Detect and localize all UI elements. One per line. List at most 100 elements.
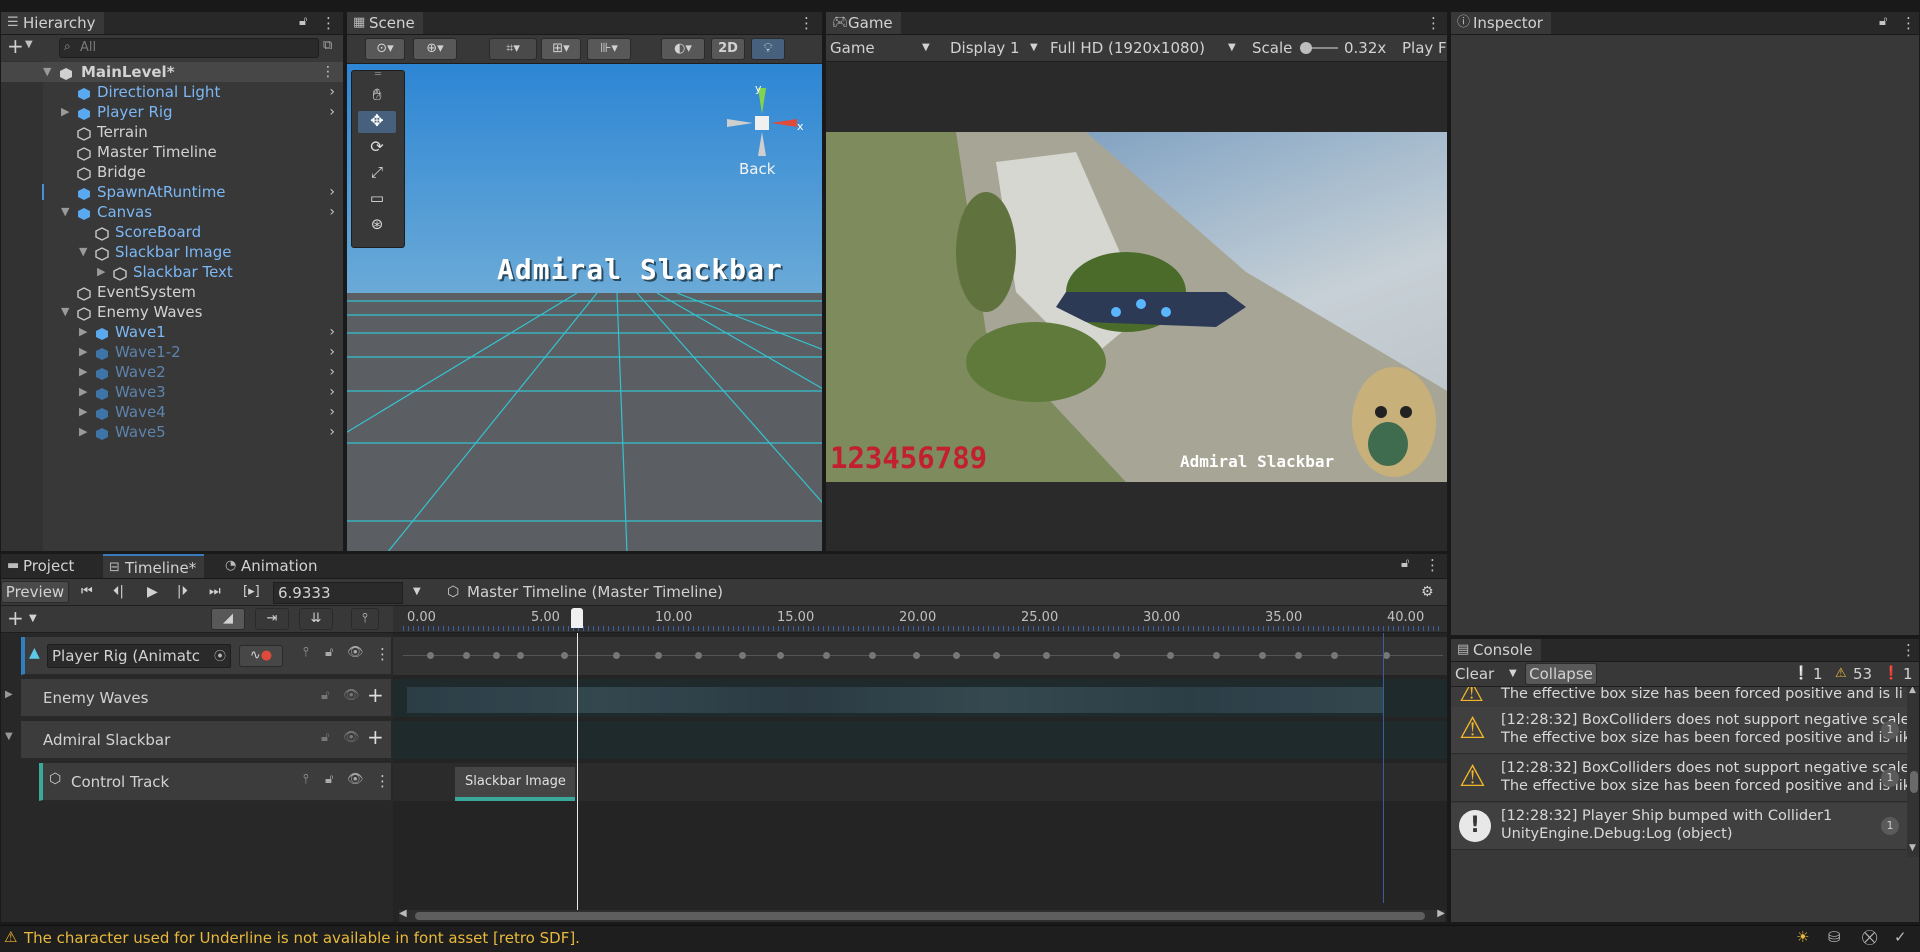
add-icon[interactable]: +: [367, 725, 384, 749]
hierarchy-item-wave5[interactable]: ▶ Wave5 ›: [1, 422, 343, 442]
hierarchy-item-spawnatruntime[interactable]: SpawnAtRuntime ›: [1, 182, 343, 202]
add-icon[interactable]: +: [367, 683, 384, 707]
kebab-menu-icon[interactable]: ⋮: [375, 645, 390, 663]
hierarchy-item-bridge[interactable]: Bridge: [1, 162, 343, 182]
keyframe-marker[interactable]: [561, 652, 568, 659]
chevron-down-icon[interactable]: ▼: [1509, 662, 1517, 686]
tab-timeline[interactable]: ⊟ Timeline*: [103, 554, 205, 578]
expand-arrow-icon[interactable]: ▼: [43, 62, 51, 82]
chevron-right-icon[interactable]: ›: [329, 382, 335, 402]
scale-slider[interactable]: [1300, 42, 1338, 54]
preview-button[interactable]: Preview: [1, 581, 69, 603]
keyframe-marker[interactable]: [655, 652, 662, 659]
play-focused-dropdown[interactable]: Play F: [1402, 36, 1447, 60]
expand-arrow-icon[interactable]: ▶: [79, 322, 87, 342]
palette-handle[interactable]: ═: [362, 70, 394, 80]
keyframe-marker[interactable]: [1167, 652, 1174, 659]
lighting-toggle-button[interactable]: 💡︎: [751, 38, 785, 60]
game-render-view[interactable]: 123456789 Admiral Slackbar: [826, 132, 1447, 482]
lock-icon[interactable]: 🔓︎: [1879, 14, 1887, 29]
keyframe-marker[interactable]: [1259, 652, 1266, 659]
keyframe-marker[interactable]: [913, 652, 920, 659]
lock-icon[interactable]: 🔓︎: [1401, 556, 1409, 571]
shading-mode-button[interactable]: ◐▾: [661, 38, 705, 60]
chevron-right-icon[interactable]: ›: [329, 362, 335, 382]
scrollbar-thumb[interactable]: [415, 912, 1425, 920]
kebab-menu-icon[interactable]: ⋮: [1901, 641, 1916, 659]
mode-2d-button[interactable]: 2D: [711, 38, 745, 60]
keyframe-marker[interactable]: [613, 652, 620, 659]
expand-arrow-icon[interactable]: ▶: [79, 422, 87, 442]
keyframe-marker[interactable]: [427, 652, 434, 659]
timeline-scrollbar[interactable]: ◀ ▶: [399, 908, 1445, 922]
kebab-menu-icon[interactable]: ⋮: [1426, 14, 1441, 32]
settings-gear-icon[interactable]: ⚙: [1421, 580, 1434, 604]
keyframe-marker[interactable]: [993, 652, 1000, 659]
expand-arrow-icon[interactable]: ▶: [79, 362, 87, 382]
keyframe-marker[interactable]: [953, 652, 960, 659]
time-ruler[interactable]: 0.00 5.00 10.00 15.00 20.00 25.00 30.00 …: [393, 606, 1447, 633]
error-count-icon[interactable]: ❗: [1883, 662, 1899, 686]
chevron-down-icon[interactable]: ▼: [413, 580, 421, 604]
chevron-right-icon[interactable]: ›: [329, 82, 335, 102]
display-dropdown[interactable]: Display 1: [950, 36, 1020, 60]
hierarchy-item-wave1-2[interactable]: ▶ Wave1-2 ›: [1, 342, 343, 362]
chevron-right-icon[interactable]: ›: [329, 402, 335, 422]
info-count-icon[interactable]: ❕: [1793, 662, 1809, 686]
expand-arrow-icon[interactable]: ▼: [5, 731, 13, 742]
kebab-menu-icon[interactable]: ⋮: [799, 14, 814, 32]
hand-tool-icon[interactable]: ✋︎: [358, 85, 396, 107]
console-entry[interactable]: ⚠ [12:28:32] BoxColliders does not suppo…: [1451, 755, 1911, 802]
hierarchy-item-wave3[interactable]: ▶ Wave3 ›: [1, 382, 343, 402]
orientation-gizmo[interactable]: [717, 78, 807, 168]
keyframe-marker[interactable]: [823, 652, 830, 659]
scroll-down-icon[interactable]: ▼: [1909, 843, 1916, 853]
keyframe-marker[interactable]: [1043, 652, 1050, 659]
keyframe-marker[interactable]: [463, 652, 470, 659]
hierarchy-item-directional-light[interactable]: Directional Light ›: [1, 82, 343, 102]
curves-button[interactable]: ∿●: [239, 645, 283, 667]
scrollbar-thumb[interactable]: [1910, 771, 1918, 793]
add-icon[interactable]: +: [7, 35, 24, 57]
chevron-right-icon[interactable]: ›: [329, 182, 335, 202]
chevron-right-icon[interactable]: ›: [329, 342, 335, 362]
keyframe-marker[interactable]: [739, 652, 746, 659]
hierarchy-item-canvas[interactable]: ▼ Canvas ›: [1, 202, 343, 222]
gizmo-back-label[interactable]: Back: [739, 160, 775, 178]
search-options-icon[interactable]: ⧉: [323, 38, 332, 53]
console-entry[interactable]: ! [12:28:32] Player Ship bumped with Col…: [1451, 803, 1907, 850]
move-tool-icon[interactable]: ✥: [358, 111, 396, 133]
expand-arrow-icon[interactable]: ▼: [61, 202, 69, 222]
next-frame-icon[interactable]: |⏵︎: [177, 580, 188, 604]
timeline-asset-breadcrumb[interactable]: Master Timeline (Master Timeline): [467, 580, 723, 604]
eye-icon[interactable]: 👁︎: [343, 730, 360, 745]
grid-snap-button[interactable]: ⊞▾: [541, 38, 581, 60]
play-icon[interactable]: ▶: [147, 580, 158, 604]
expand-arrow-icon[interactable]: ▶: [61, 102, 69, 122]
keyframe-marker[interactable]: [1331, 652, 1338, 659]
lock-icon[interactable]: 🔓︎: [321, 688, 329, 703]
keyframe-marker[interactable]: [777, 652, 784, 659]
lock-icon[interactable]: 🔓︎: [325, 772, 333, 787]
track-player-rig[interactable]: ▲ Player Rig (Animatc ⦿ ∿● ⫯ 🔓︎ 👁︎ ⋮: [21, 637, 391, 675]
expand-arrow-icon[interactable]: ▼: [61, 302, 69, 322]
tab-scene[interactable]: ▦ Scene: [347, 12, 423, 34]
chevron-down-icon[interactable]: ▼: [29, 607, 37, 631]
chevron-right-icon[interactable]: ›: [329, 422, 335, 442]
hierarchy-search-input[interactable]: ⌕ All: [59, 38, 319, 58]
go-to-end-icon[interactable]: ⏭: [209, 580, 221, 604]
status-message[interactable]: The character used for Underline is not …: [24, 929, 580, 947]
console-entry[interactable]: ⚠ [12:28:32] BoxColliders does not suppo…: [1451, 707, 1911, 754]
expand-arrow-icon[interactable]: ▶: [79, 342, 87, 362]
expand-arrow-icon[interactable]: ▶: [79, 402, 87, 422]
resolution-dropdown[interactable]: Full HD (1920x1080): [1050, 36, 1205, 60]
hierarchy-item-terrain[interactable]: Terrain: [1, 122, 343, 142]
ripple-mode-button[interactable]: ◢: [211, 608, 245, 630]
network-status-icon[interactable]: ⛒: [1862, 928, 1877, 946]
console-entry[interactable]: ⚠ The effective box size has been forced…: [1451, 687, 1907, 708]
snap-pin-button[interactable]: ⫯: [351, 608, 379, 630]
pin-icon[interactable]: ⫯: [303, 772, 309, 787]
hierarchy-item-scoreboard[interactable]: ScoreBoard: [1, 222, 343, 242]
expand-arrow-icon[interactable]: ▶: [97, 262, 105, 282]
tab-project[interactable]: ▬ Project: [1, 554, 82, 578]
